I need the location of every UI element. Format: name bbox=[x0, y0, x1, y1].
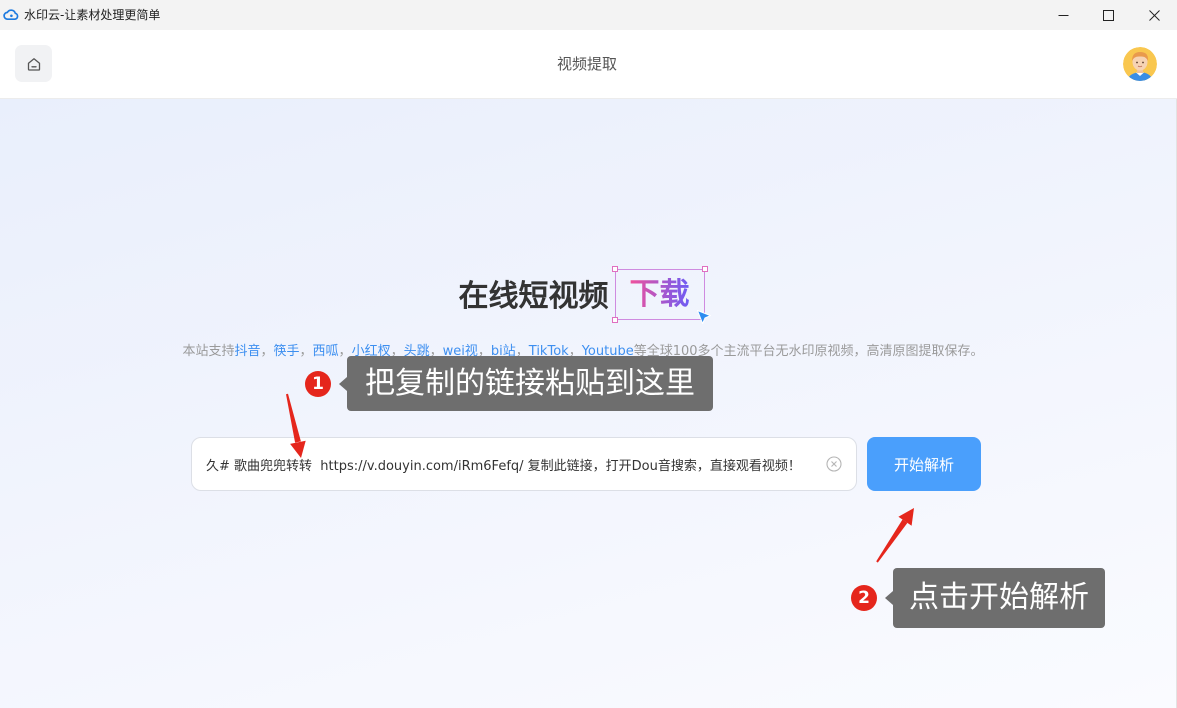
subtitle-prefix: 本站支持 bbox=[182, 344, 235, 359]
annotation-callout-2: 2 点击开始解析 bbox=[851, 568, 1105, 628]
link-input-container bbox=[191, 437, 857, 491]
window-title-bar: 水印云-让素材处理更简单 bbox=[0, 0, 1177, 30]
maximize-icon bbox=[1102, 9, 1114, 21]
hero-title: 在线短视频 下载 bbox=[0, 266, 1163, 324]
pointer-cursor-icon bbox=[696, 310, 711, 324]
avatar-illustration bbox=[1123, 47, 1157, 81]
annotation-badge-2: 2 bbox=[851, 585, 877, 611]
red-arrow-up bbox=[876, 508, 914, 563]
page-title: 视频提取 bbox=[556, 55, 617, 73]
subtitle-separator: ， bbox=[260, 344, 274, 359]
main-content: 在线短视频 下载 本站支持 抖音 ， 筷手 ， 西呱 ， 小红杈 ， 头跳 ， … bbox=[0, 99, 1177, 708]
callout-tail bbox=[339, 376, 347, 391]
link-input[interactable] bbox=[191, 437, 857, 491]
annotation-callout-1: 1 把复制的链接粘贴到这里 bbox=[305, 356, 713, 411]
minimize-button[interactable] bbox=[1040, 0, 1086, 30]
callout-tail bbox=[885, 591, 893, 605]
user-avatar[interactable] bbox=[1123, 47, 1157, 81]
selection-handle-top-right bbox=[701, 266, 708, 272]
platform-name: 筷手 bbox=[273, 344, 300, 359]
minimize-icon bbox=[1058, 14, 1068, 16]
hero-title-text: 在线短视频 bbox=[458, 278, 609, 314]
maximize-button[interactable] bbox=[1085, 0, 1131, 30]
selection-handle-bottom-left bbox=[611, 317, 618, 323]
platform-name: 抖音 bbox=[234, 344, 261, 359]
selection-handle-top-left bbox=[611, 266, 618, 272]
clear-circle-icon bbox=[826, 456, 842, 472]
annotation-text-2: 点击开始解析 bbox=[893, 568, 1105, 628]
annotation-text-1: 把复制的链接粘贴到这里 bbox=[347, 356, 713, 411]
hero-highlight-text: 下载 bbox=[629, 276, 690, 312]
window-title: 水印云-让素材处理更简单 bbox=[24, 8, 161, 22]
start-parse-button[interactable]: 开始解析 bbox=[867, 437, 981, 491]
clear-input-button[interactable] bbox=[826, 456, 842, 472]
annotation-badge-1: 1 bbox=[305, 370, 331, 397]
close-button[interactable] bbox=[1131, 0, 1177, 30]
cloud-logo-icon bbox=[3, 9, 19, 21]
hero-highlight-box: 下载 bbox=[611, 266, 711, 324]
close-icon bbox=[1148, 9, 1160, 21]
app-header: 视频提取 bbox=[0, 30, 1177, 99]
